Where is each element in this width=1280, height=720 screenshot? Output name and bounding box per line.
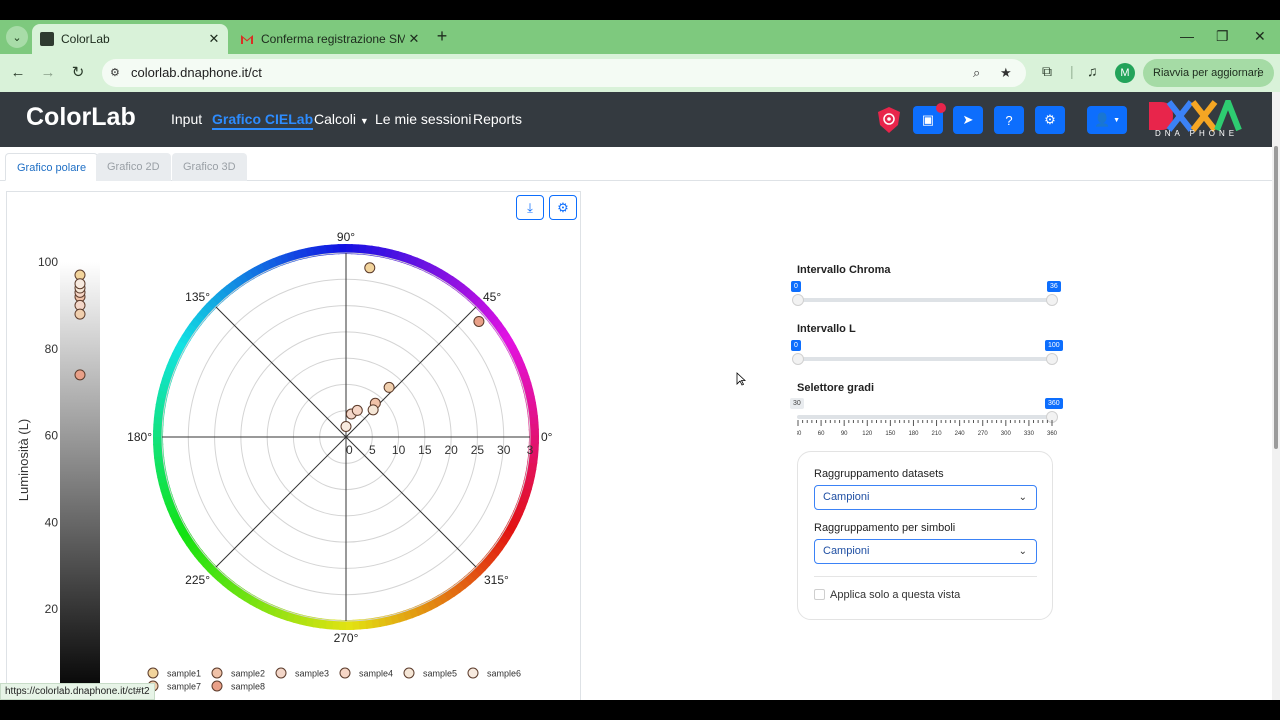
degree-min-badge: 30 [790, 398, 804, 409]
l-min-badge: 0 [791, 340, 801, 351]
l-range-label: Intervallo L [797, 323, 856, 335]
chevron-down-icon: ⌄ [1018, 492, 1027, 503]
legend-label-sample8: sample8 [231, 682, 265, 692]
radial-tick-label: 25 [471, 443, 485, 457]
lightness-tick-label: 20 [45, 602, 59, 616]
lightness-point-sample7 [74, 308, 86, 320]
apply-only-view-checkbox[interactable] [814, 589, 825, 600]
data-point-sample4 [351, 404, 363, 416]
lightness-point-sample6 [74, 278, 86, 290]
status-url: https://colorlab.dnaphone.it/ct#t2 [0, 683, 155, 700]
degree-tick-label: 270 [978, 431, 989, 437]
lightness-tick-label: 60 [45, 429, 59, 443]
chroma-range-label: Intervallo Chroma [797, 264, 891, 276]
grouping-datasets-label: Raggruppamento datasets [814, 468, 944, 480]
angle-label: 45° [483, 290, 501, 304]
angle-label: 135° [185, 290, 210, 304]
degree-slider-track[interactable] [797, 415, 1057, 419]
degree-ticks: 30 60 90 120 150 180 210 240 270 300 330 360 [797, 420, 1057, 437]
radial-tick-label: 20 [444, 443, 458, 457]
degree-tick-label: 180 [908, 431, 919, 437]
degree-max-badge: 360 [1045, 398, 1063, 409]
legend-marker-sample6 [467, 667, 479, 679]
legend-label-sample4: sample4 [359, 669, 393, 679]
degree-tick-label: 120 [862, 431, 873, 437]
mouse-cursor-icon [736, 372, 746, 386]
legend-marker-sample4 [339, 667, 351, 679]
radial-tick-label: 30 [497, 443, 511, 457]
degree-tick-label: 150 [885, 431, 896, 437]
radial-tick-label: 15 [418, 443, 432, 457]
data-point-sample5 [367, 404, 379, 416]
chroma-slider-track[interactable] [797, 298, 1057, 302]
lightness-tick-label: 40 [45, 515, 59, 529]
degree-tick-label: 60 [818, 431, 825, 437]
degree-tick-label: 240 [955, 431, 966, 437]
grouping-datasets-select[interactable]: Campioni ⌄ [814, 485, 1037, 510]
data-point-sample1 [364, 262, 376, 274]
grouping-symbols-value: Campioni [823, 545, 870, 557]
legend-marker-sample3 [275, 667, 287, 679]
chroma-max-badge: 36 [1047, 281, 1061, 292]
polar-chart: Luminosità (L) 100 80 60 40 20 0 5 10 15 20 25 30 3… [16, 230, 553, 700]
lightness-point-sample8 [74, 369, 86, 381]
legend-marker-sample5 [403, 667, 415, 679]
l-slider-max-handle[interactable] [1046, 353, 1058, 365]
legend-label-sample3: sample3 [295, 669, 329, 679]
angle-label: 90° [337, 230, 355, 244]
degree-tick-label: 30 [797, 431, 802, 437]
chroma-min-badge: 0 [791, 281, 801, 292]
chevron-down-icon: ⌄ [1018, 546, 1027, 557]
lightness-bar [60, 262, 100, 700]
data-point-sample6 [340, 420, 352, 432]
chroma-slider-max-handle[interactable] [1046, 294, 1058, 306]
panel-divider [814, 576, 1037, 577]
legend-label-sample2: sample2 [231, 669, 265, 679]
degree-selector-label: Selettore gradi [797, 382, 875, 394]
legend-marker-sample1 [147, 667, 159, 679]
degree-tick-label: 210 [932, 431, 943, 437]
legend-marker-sample2 [211, 667, 223, 679]
legend-label-sample5: sample5 [423, 669, 457, 679]
chroma-slider-min-handle[interactable] [792, 294, 804, 306]
screen-bottom-bar [0, 700, 1280, 720]
grouping-symbols-select[interactable]: Campioni ⌄ [814, 539, 1037, 564]
radial-tick-label: 5 [369, 443, 376, 457]
legend-label-sample7: sample7 [167, 682, 201, 692]
angle-label: 225° [185, 573, 210, 587]
angle-label: 315° [484, 573, 509, 587]
degree-tick-label: 330 [1024, 431, 1035, 437]
l-slider-min-handle[interactable] [792, 353, 804, 365]
radial-tick-label: 3 [527, 443, 534, 457]
angle-label: 0° [541, 430, 553, 444]
data-point-sample7 [383, 381, 395, 393]
legend-label-sample1: sample1 [167, 669, 201, 679]
apply-only-view-label: Applica solo a questa vista [830, 589, 961, 601]
lightness-tick-label: 80 [45, 342, 59, 356]
degree-tick-label: 90 [841, 431, 848, 437]
lightness-axis-label: Luminosità (L) [16, 419, 31, 501]
legend-label-sample6: sample6 [487, 669, 521, 679]
l-max-badge: 100 [1045, 340, 1063, 351]
grouping-datasets-value: Campioni [823, 491, 870, 503]
radial-tick-label: 0 [346, 443, 353, 457]
degree-tick-label: 360 [1047, 431, 1057, 437]
grouping-symbols-label: Raggruppamento per simboli [814, 522, 956, 534]
angle-label: 270° [334, 631, 359, 645]
radial-tick-label: 10 [392, 443, 406, 457]
legend-marker-sample8 [211, 680, 223, 692]
data-point-sample8 [473, 315, 485, 327]
degree-tick-label: 300 [1001, 431, 1012, 437]
l-slider-track[interactable] [797, 357, 1057, 361]
angle-label: 180° [127, 430, 152, 444]
lightness-tick-label: 100 [38, 255, 58, 269]
